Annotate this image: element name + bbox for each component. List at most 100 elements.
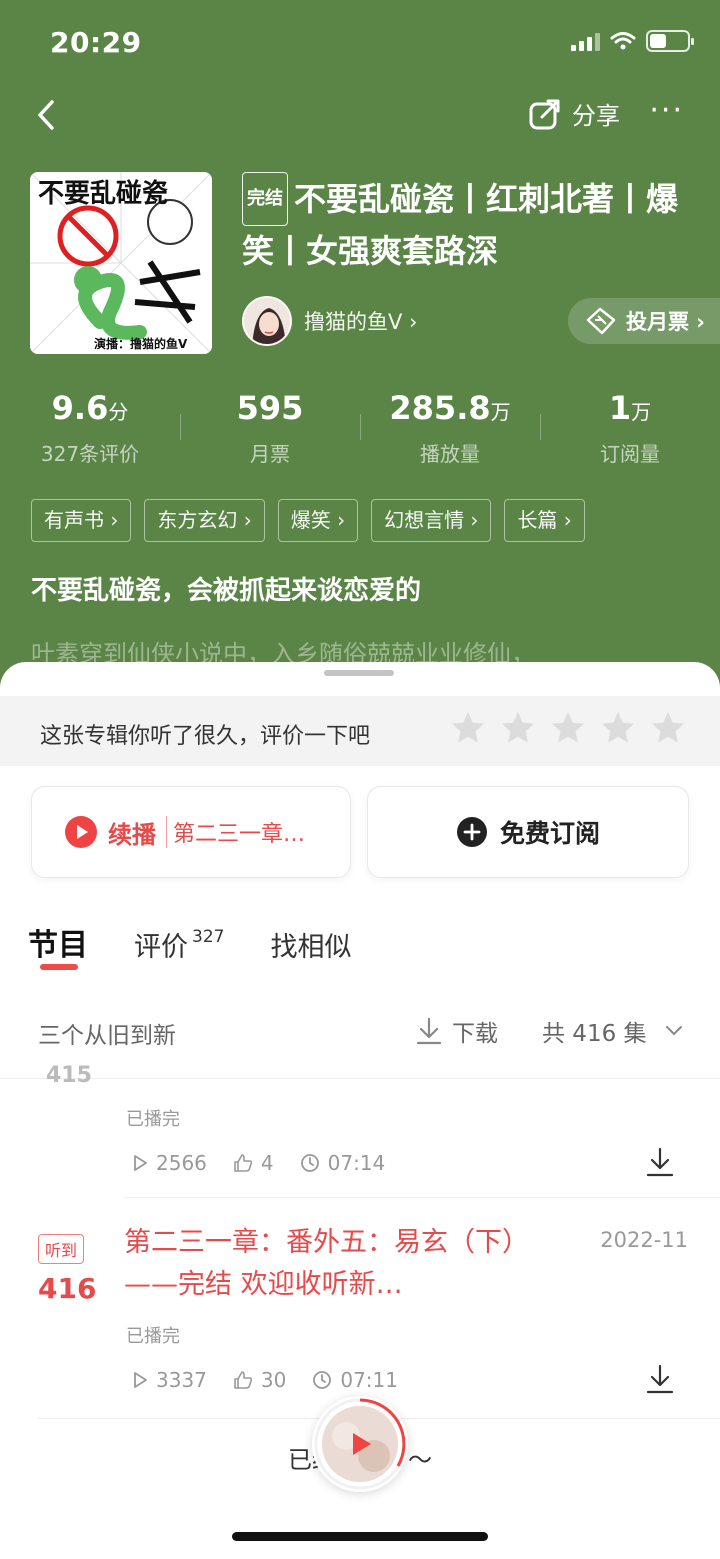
duration: 07:14 xyxy=(300,1151,386,1175)
episode-total: 共 416 集 xyxy=(542,1021,647,1047)
tag-fantasy-romance[interactable]: 幻想言情 › xyxy=(371,499,492,542)
tag-audiobook[interactable]: 有声书 › xyxy=(31,499,132,542)
episode-date: 2022-11 xyxy=(600,1228,688,1252)
album-cover[interactable]: 不要乱碰瓷 演播：撸猫的鱼V xyxy=(30,172,212,354)
cover-art: 不要乱碰瓷 演播：撸猫的鱼V xyxy=(30,172,212,354)
active-tab-indicator xyxy=(40,964,78,970)
episode-count-selector[interactable]: 共 416 集 xyxy=(542,1014,683,1048)
back-button[interactable] xyxy=(30,98,64,132)
album-title: 完结 不要乱碰瓷丨红刺北著丨爆笑丨女强爽套路深 xyxy=(242,172,692,276)
tab-reviews[interactable]: 评价 327 xyxy=(134,925,224,964)
sheet-drag-handle[interactable] xyxy=(324,670,394,676)
resume-play-button[interactable]: 续播 第二三一章：番外五：易玄（下） xyxy=(31,786,351,878)
share-label: 分享 xyxy=(572,102,620,130)
tab-similar-label: 找相似 xyxy=(270,932,352,963)
stat-plays-label: 播放量 xyxy=(420,442,480,466)
play-count: 2566 xyxy=(132,1151,207,1175)
clock-icon xyxy=(300,1154,319,1172)
star-icon[interactable] xyxy=(550,710,586,746)
tab-similar[interactable]: 找相似 xyxy=(270,925,351,964)
stat-rating-unit: 分 xyxy=(108,400,129,424)
tag-list: 有声书 › 东方玄幻 › 爆笑 › 幻想言情 › 长篇 › xyxy=(31,499,585,542)
episode-meta: 2566 4 07:14 xyxy=(132,1151,385,1175)
rating-stars xyxy=(450,710,686,746)
stat-subs-value: 1 xyxy=(608,389,632,427)
plus-circle-icon xyxy=(456,817,487,847)
status-icons xyxy=(571,30,694,52)
chevron-down-icon xyxy=(665,1026,682,1036)
resume-chapter: 第二三一章：番外五：易玄（下） xyxy=(166,816,324,848)
album-subtitle: 不要乱碰瓷，会被抓起来谈恋爱的 xyxy=(31,576,422,606)
stat-plays: 285.8万 播放量 xyxy=(360,388,540,467)
thumb-up-icon xyxy=(234,1154,253,1172)
episode-toolbar: 三个从旧到新 下载 共 416 集 xyxy=(0,1006,720,1062)
stat-tickets-value: 595 xyxy=(236,389,304,427)
play-count-icon xyxy=(134,1155,147,1171)
tab-episodes-label: 节目 xyxy=(28,928,88,963)
mini-player-button[interactable] xyxy=(312,1396,408,1492)
stat-monthly-tickets: 595 月票 xyxy=(180,388,360,467)
duration: 07:11 xyxy=(312,1368,398,1392)
ticket-icon xyxy=(586,307,616,335)
play-icon xyxy=(353,1433,371,1455)
played-status: 已播完 xyxy=(126,1109,180,1130)
wifi-icon xyxy=(610,32,636,50)
download-icon[interactable] xyxy=(646,1147,674,1177)
sort-button[interactable]: 三个从旧到新 xyxy=(38,1016,176,1050)
like-count-value: 30 xyxy=(260,1368,287,1392)
vote-monthly-ticket-button[interactable]: 投月票 › xyxy=(568,298,720,344)
resume-label: 续播 xyxy=(108,820,156,849)
like-count: 4 xyxy=(233,1151,274,1175)
stat-tickets-label: 月票 xyxy=(250,442,290,466)
like-count-value: 4 xyxy=(260,1151,274,1175)
stat-rating[interactable]: 9.6分 327条评价 xyxy=(0,388,180,467)
tab-episodes[interactable]: 节目 xyxy=(28,920,88,970)
play-icon xyxy=(65,816,97,848)
author-name: 撸猫的鱼V › xyxy=(304,310,418,334)
home-indicator[interactable] xyxy=(232,1532,488,1541)
episode-number: 416 xyxy=(38,1272,97,1305)
episode-number: 415 xyxy=(46,1063,92,1088)
cover-title: 不要乱碰瓷 xyxy=(38,179,168,209)
subscribe-label: 免费订阅 xyxy=(499,819,600,848)
star-icon[interactable] xyxy=(650,710,686,746)
download-label: 下载 xyxy=(452,1021,498,1047)
star-icon[interactable] xyxy=(600,710,636,746)
listened-badge: 听到 xyxy=(38,1234,85,1264)
content-tabs: 节目 评价 327 找相似 xyxy=(28,920,351,970)
rating-prompt-text: 这张专辑你听了很久，评价一下吧 xyxy=(40,724,371,749)
vote-label: 投月票 › xyxy=(626,310,705,334)
thumb-up-icon xyxy=(234,1371,253,1389)
stat-rating-value: 9.6 xyxy=(51,389,109,427)
status-time: 20:29 xyxy=(50,26,142,59)
subscribe-button[interactable]: 免费订阅 xyxy=(367,786,689,878)
more-button[interactable]: ··· xyxy=(649,96,684,126)
signal-icon xyxy=(571,31,600,51)
episode-row[interactable]: 415 已播完 2566 4 07:14 xyxy=(0,1063,720,1197)
star-icon[interactable] xyxy=(450,710,486,746)
share-button[interactable]: 分享 xyxy=(528,96,620,131)
tag-long-form[interactable]: 长篇 › xyxy=(504,499,585,542)
author-avatar xyxy=(242,296,292,346)
tag-eastern-fantasy[interactable]: 东方玄幻 › xyxy=(144,499,265,542)
author-link[interactable]: 撸猫的鱼V › xyxy=(242,296,417,346)
played-status: 已播完 xyxy=(126,1326,180,1347)
duration-value: 07:14 xyxy=(327,1151,386,1175)
battery-icon xyxy=(646,30,694,52)
star-icon[interactable] xyxy=(500,710,536,746)
batch-download-button[interactable]: 下载 xyxy=(416,1014,498,1048)
status-bar: 20:29 xyxy=(0,22,720,66)
like-count: 30 xyxy=(233,1368,286,1392)
stat-rating-label: 327条评价 xyxy=(40,442,140,466)
download-icon xyxy=(416,1017,442,1045)
episode-row-current[interactable]: 听到 416 第二三一章：番外五：易玄（下）——完结 欢迎收听新… 2022-1… xyxy=(0,1198,720,1418)
share-icon xyxy=(529,99,560,129)
episode-title: 第二三一章：番外五：易玄（下）——完结 欢迎收听新… xyxy=(124,1227,529,1300)
stat-subscriptions: 1万 订阅量 xyxy=(540,388,720,467)
download-icon[interactable] xyxy=(646,1364,674,1394)
tag-comedy[interactable]: 爆笑 › xyxy=(277,499,359,542)
tab-reviews-label: 评价 xyxy=(134,932,188,963)
play-count: 3337 xyxy=(132,1368,207,1392)
play-count-icon xyxy=(134,1372,147,1388)
duration-value: 07:11 xyxy=(340,1368,398,1392)
